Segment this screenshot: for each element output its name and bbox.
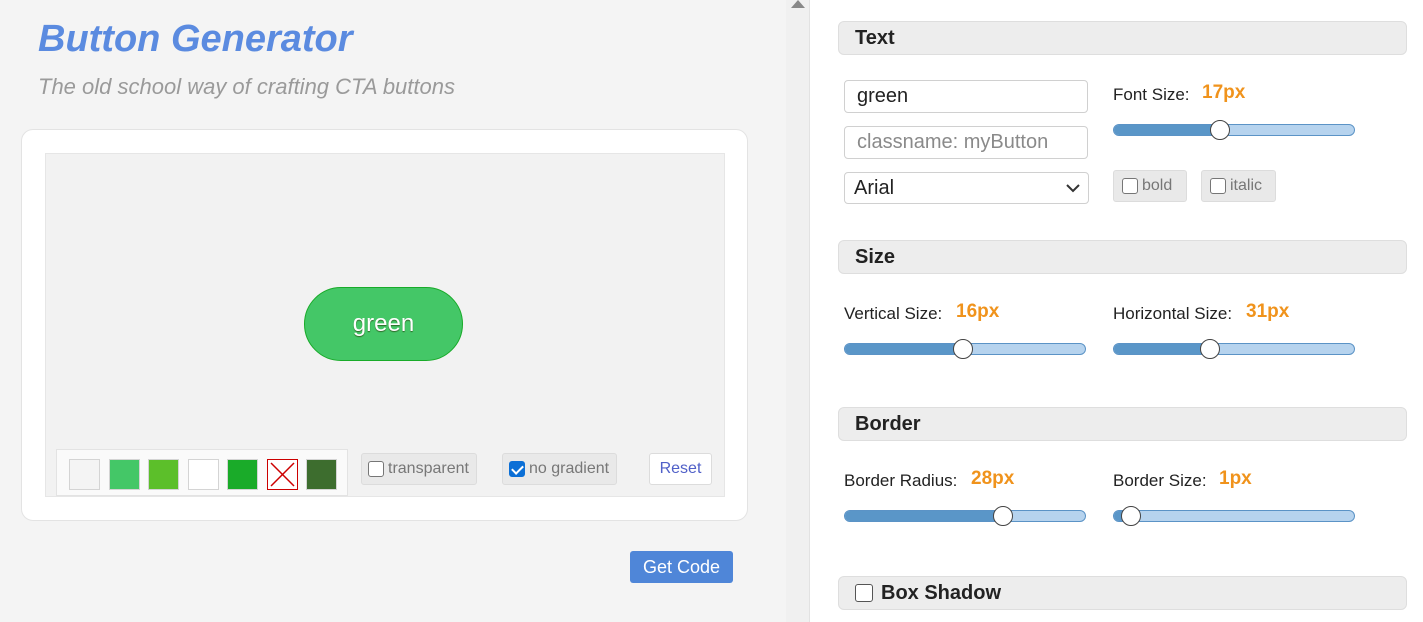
- border-size-slider[interactable]: [1113, 506, 1355, 526]
- font-size-label: Font Size:: [1113, 85, 1190, 104]
- no-gradient-label: no gradient: [529, 460, 610, 477]
- swatch-dark-green[interactable]: [306, 459, 337, 490]
- horizontal-size-value: 31px: [1246, 301, 1290, 322]
- italic-label: italic: [1230, 177, 1263, 194]
- slider-fill: [845, 344, 963, 354]
- vertical-size-value: 16px: [956, 301, 1000, 322]
- get-code-button[interactable]: Get Code: [630, 551, 733, 583]
- swatch-light-gray[interactable]: [69, 459, 100, 490]
- transparent-checkbox[interactable]: [368, 461, 384, 477]
- swatch-white[interactable]: [188, 459, 219, 490]
- swatch-green[interactable]: [227, 459, 258, 490]
- no-gradient-checkbox[interactable]: [509, 461, 525, 477]
- font-size-value: 17px: [1202, 82, 1246, 103]
- section-header-text: Text: [838, 21, 1407, 55]
- slider-handle[interactable]: [1209, 120, 1230, 140]
- no-gradient-option[interactable]: no gradient: [502, 453, 618, 485]
- swatch-none[interactable]: [267, 459, 298, 490]
- preview-area: green transparent no gradient Reset: [45, 153, 725, 497]
- section-header-border: Border: [838, 407, 1407, 441]
- horizontal-size-slider[interactable]: [1113, 339, 1355, 359]
- no-color-icon: [270, 462, 295, 487]
- preview-card: green transparent no gradient Reset: [21, 129, 748, 521]
- font-size-slider[interactable]: [1113, 120, 1355, 140]
- button-text-input[interactable]: [844, 80, 1088, 113]
- border-radius-value: 28px: [971, 468, 1015, 489]
- color-swatch-bar: [56, 449, 348, 496]
- italic-checkbox[interactable]: [1210, 178, 1226, 194]
- slider-handle[interactable]: [993, 506, 1014, 526]
- reset-button[interactable]: Reset: [649, 453, 712, 485]
- bold-label: bold: [1142, 177, 1173, 194]
- transparent-option[interactable]: transparent: [361, 453, 477, 485]
- border-size-value: 1px: [1219, 468, 1252, 489]
- font-family-select[interactable]: Arial: [844, 172, 1089, 204]
- font-family-value: Arial: [854, 176, 895, 199]
- transparent-label: transparent: [388, 460, 469, 477]
- box-shadow-title: Box Shadow: [881, 581, 1002, 604]
- app-title: Button Generator: [38, 18, 353, 60]
- preview-button[interactable]: green: [304, 287, 463, 361]
- slider-fill: [1114, 344, 1210, 354]
- bold-checkbox[interactable]: [1122, 178, 1138, 194]
- section-header-box-shadow[interactable]: Box Shadow: [838, 576, 1407, 610]
- slider-fill: [845, 511, 1004, 521]
- app-subtitle: The old school way of crafting CTA butto…: [38, 74, 455, 99]
- vertical-size-label: Vertical Size:: [844, 304, 943, 323]
- slider-handle[interactable]: [1120, 506, 1141, 526]
- settings-panel: Text Arial Font Size: 17px bold italic S…: [810, 0, 1423, 622]
- left-pane: Button Generator The old school way of c…: [0, 0, 786, 622]
- slider-fill: [1114, 125, 1220, 135]
- vertical-size-slider[interactable]: [844, 339, 1086, 359]
- horizontal-size-label: Horizontal Size:: [1113, 304, 1233, 323]
- italic-toggle[interactable]: italic: [1201, 170, 1276, 202]
- border-radius-slider[interactable]: [844, 506, 1086, 526]
- swatch-lime-green[interactable]: [148, 459, 179, 490]
- classname-input[interactable]: [844, 126, 1088, 159]
- panel-scrollbar[interactable]: [786, 0, 810, 622]
- slider-handle[interactable]: [952, 339, 973, 359]
- border-radius-label: Border Radius:: [844, 471, 958, 490]
- chevron-down-icon: [1066, 184, 1080, 193]
- slider-handle[interactable]: [1200, 339, 1220, 359]
- swatch-light-green[interactable]: [109, 459, 140, 490]
- bold-toggle[interactable]: bold: [1113, 170, 1187, 202]
- box-shadow-checkbox[interactable]: [855, 584, 873, 602]
- scroll-up-arrow-icon[interactable]: [791, 0, 805, 8]
- border-size-label: Border Size:: [1113, 471, 1207, 490]
- section-header-size: Size: [838, 240, 1407, 274]
